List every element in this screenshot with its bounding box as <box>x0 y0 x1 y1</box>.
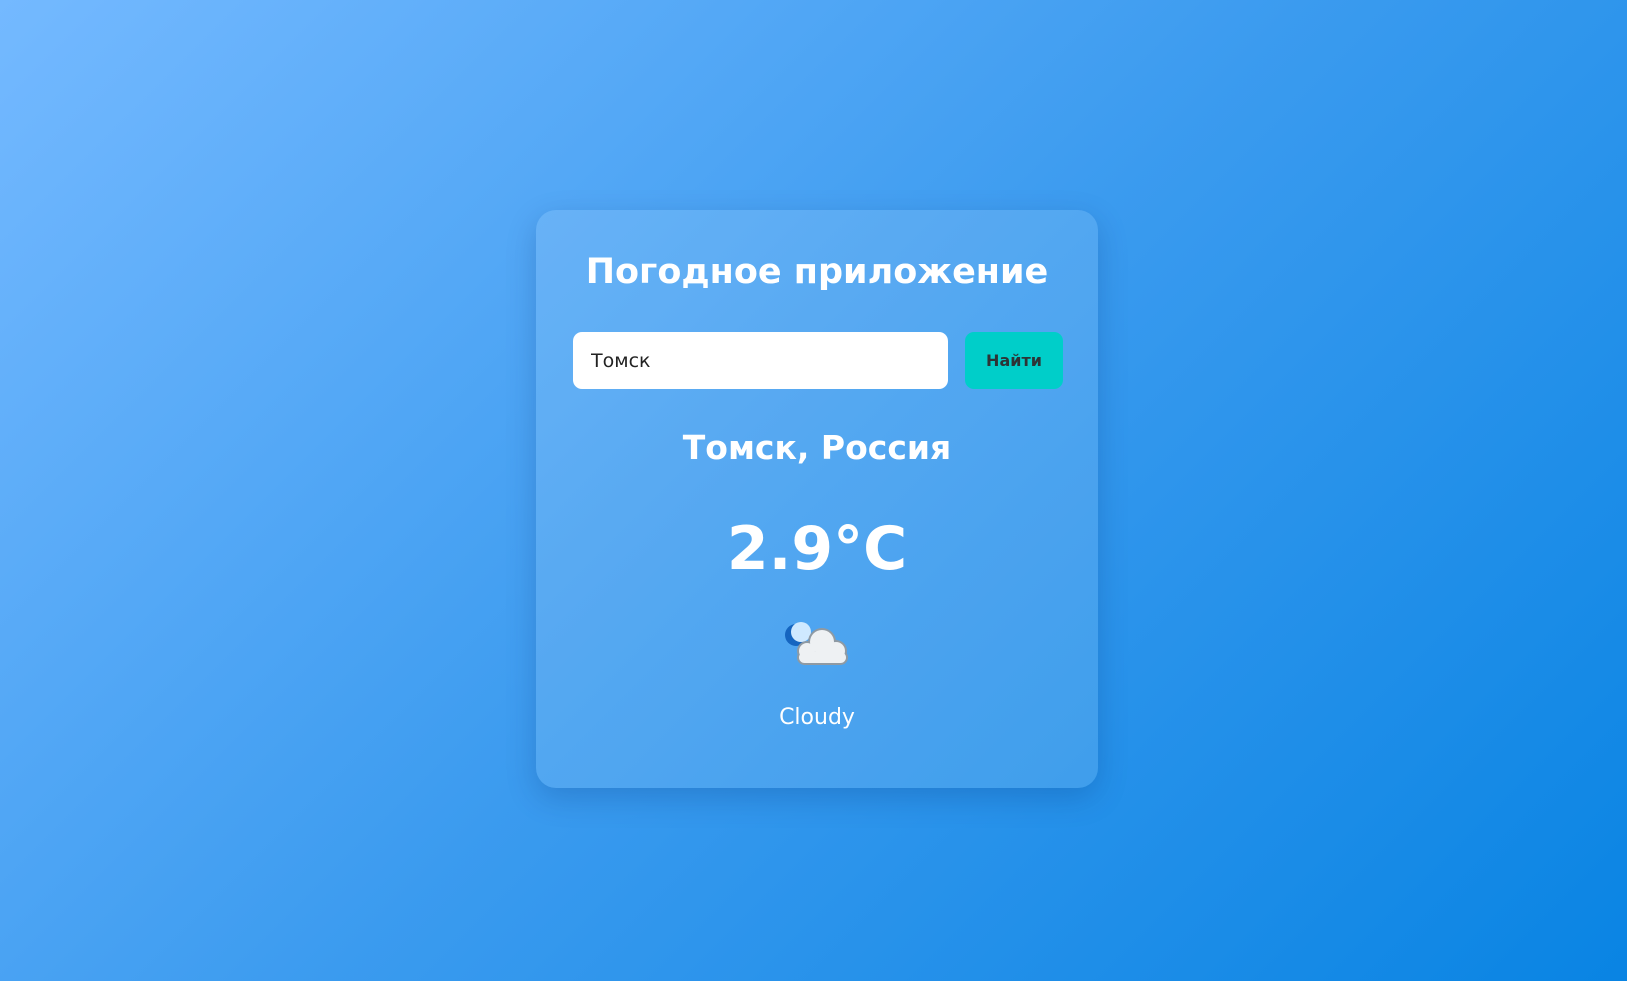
weather-description: Cloudy <box>779 705 855 730</box>
night-cloudy-icon <box>782 622 852 672</box>
weather-card: Погодное приложение Найти Томск, Россия … <box>536 210 1098 788</box>
app-title: Погодное приложение <box>585 252 1049 292</box>
location-name: Томск, Россия <box>682 428 952 467</box>
weather-icon-graphic <box>785 622 848 665</box>
temperature-value: 2.9°C <box>726 514 908 584</box>
search-button[interactable]: Найти <box>965 332 1063 389</box>
search-bar: Найти <box>573 332 1063 389</box>
city-search-input[interactable] <box>573 332 948 389</box>
